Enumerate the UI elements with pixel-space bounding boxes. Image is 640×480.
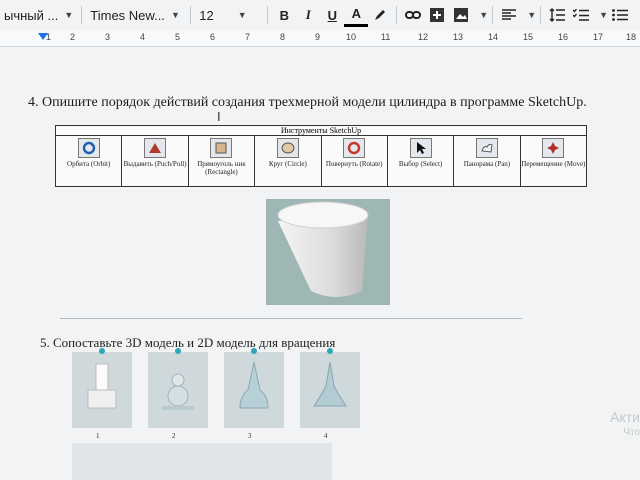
font-size-label: 12: [199, 7, 214, 23]
circle-icon: [276, 138, 299, 158]
insert-image-icon[interactable]: [449, 3, 473, 27]
italic-button[interactable]: I: [296, 3, 320, 27]
cylinder-model-image: [266, 199, 390, 305]
formatting-toolbar: ычный ... ▼ Times New... ▼ 12 ▼ B I U A ▼ ▼…: [0, 0, 640, 31]
anchor-dot-icon: [99, 348, 105, 354]
ruler-number: 4: [140, 32, 146, 42]
ruler-number: 15: [523, 32, 534, 42]
toolbar-divider: [492, 6, 494, 24]
style-label: ычный ...: [4, 7, 59, 23]
tools-table-title: Инструменты SketchUp: [56, 126, 586, 136]
align-icon[interactable]: [497, 3, 521, 27]
rotate-icon: [343, 138, 366, 158]
3d-models-row: 1 2 3 4: [72, 348, 360, 440]
tool-label: Выбор (Select): [398, 160, 443, 168]
toolbar-divider: [396, 6, 398, 24]
text-cursor-icon: I: [217, 109, 221, 124]
ruler-number: 18: [626, 32, 637, 42]
model-number: 1: [96, 432, 100, 440]
ruler-number: 17: [593, 32, 604, 42]
text-color-button[interactable]: A: [344, 4, 369, 27]
tool-label: Орбита (Orbit): [67, 160, 111, 168]
chevron-down-icon: ▼: [170, 10, 180, 20]
ruler-number: 12: [418, 32, 429, 42]
activation-watermark: Акти: [610, 409, 640, 425]
tool-cell-select: Выбор (Select): [388, 136, 455, 186]
select-icon: [409, 138, 432, 158]
ruler-number: 6: [210, 32, 216, 42]
sketchup-tools-table: Инструменты SketchUp Орбита (Orbit) Выда…: [55, 125, 587, 187]
model-image-1: 1: [72, 348, 132, 440]
tool-label: Круг (Circle): [268, 160, 307, 168]
anchor-dot-icon: [175, 348, 181, 354]
horizontal-ruler[interactable]: 1 2 3 4 5 6 7 8 9 10 11 12 13 14 15 16 1…: [0, 30, 640, 47]
model-image-4: 4: [300, 348, 360, 440]
ruler-number: 10: [346, 32, 357, 42]
link-icon[interactable]: [401, 3, 425, 27]
question-4-text: 4. Опишите порядок действий создания тре…: [28, 95, 587, 110]
chevron-down-icon: ▼: [237, 10, 247, 20]
ruler-number: 13: [453, 32, 464, 42]
ruler-number: 16: [558, 32, 569, 42]
insert-comment-icon[interactable]: [425, 3, 449, 27]
ruler-number: 2: [70, 32, 76, 42]
tool-cell-pushpull: Выдавить (Puch/Poll): [122, 136, 189, 186]
ruler-number: 1: [46, 32, 52, 42]
chevron-down-icon[interactable]: ▼: [479, 10, 488, 20]
tool-label: Выдавить (Puch/Poll): [123, 160, 187, 168]
bulleted-list-icon[interactable]: [608, 3, 632, 27]
tool-cell-circle: Круг (Circle): [255, 136, 322, 186]
anchor-dot-icon: [251, 348, 257, 354]
checklist-icon[interactable]: [569, 3, 593, 27]
tool-label: Перемещение (Move): [521, 160, 586, 168]
style-dropdown[interactable]: ычный ... ▼: [0, 3, 77, 27]
tool-label: Панорама (Pan): [463, 160, 511, 168]
ruler-number: 11: [381, 32, 391, 42]
ruler-number: 14: [488, 32, 499, 42]
chevron-down-icon: ▼: [64, 10, 74, 20]
tool-cell-pan: Панорама (Pan): [454, 136, 521, 186]
tool-cell-rotate: Повернуть (Rotate): [322, 136, 388, 186]
anchor-dot-icon: [327, 348, 333, 354]
toolbar-divider: [81, 6, 83, 24]
orbit-icon: [77, 138, 100, 158]
horizontal-divider: [60, 318, 522, 319]
pan-icon: [475, 138, 498, 158]
move-icon: [542, 138, 565, 158]
underline-button[interactable]: U: [320, 3, 344, 27]
toolbar-divider: [267, 6, 269, 24]
highlight-pen-icon[interactable]: [368, 3, 392, 27]
tool-cell-move: Перемещение (Move): [521, 136, 586, 186]
ruler-number: 8: [280, 32, 286, 42]
toolbar-divider: [540, 6, 542, 24]
line-spacing-icon[interactable]: [545, 3, 569, 27]
ruler-number: 9: [315, 32, 321, 42]
activation-watermark-sub: Что: [623, 427, 640, 438]
ruler-number: 3: [105, 32, 111, 42]
2d-models-row: [72, 443, 332, 480]
tool-cell-rectangle: Прямоуголь ник (Rectangle): [189, 136, 256, 186]
ruler-number: 7: [245, 32, 251, 42]
document-page[interactable]: 4. Опишите порядок действий создания тре…: [0, 47, 640, 480]
font-label: Times New...: [90, 7, 165, 23]
font-size-dropdown[interactable]: 12 ▼: [195, 3, 263, 27]
font-dropdown[interactable]: Times New... ▼: [86, 3, 186, 27]
ruler-number: 5: [175, 32, 181, 42]
model-image-3: 3: [224, 348, 284, 440]
model-number: 2: [172, 432, 176, 440]
model-number: 3: [248, 432, 252, 440]
chevron-down-icon[interactable]: ▼: [599, 10, 608, 20]
tool-label: Повернуть (Rotate): [325, 160, 383, 168]
tool-cell-orbit: Орбита (Orbit): [56, 136, 123, 186]
model-image-2: 2: [148, 348, 208, 440]
tool-label: Прямоуголь ник (Rectangle): [197, 160, 246, 176]
model-number: 4: [324, 432, 328, 440]
chevron-down-icon[interactable]: ▼: [527, 10, 536, 20]
bold-button[interactable]: B: [272, 3, 296, 27]
pushpull-icon: [144, 138, 167, 158]
question-5-text: 5. Сопоставьте 3D модель и 2D модель для…: [40, 335, 336, 350]
toolbar-divider: [190, 6, 192, 24]
rectangle-icon: [210, 138, 233, 158]
